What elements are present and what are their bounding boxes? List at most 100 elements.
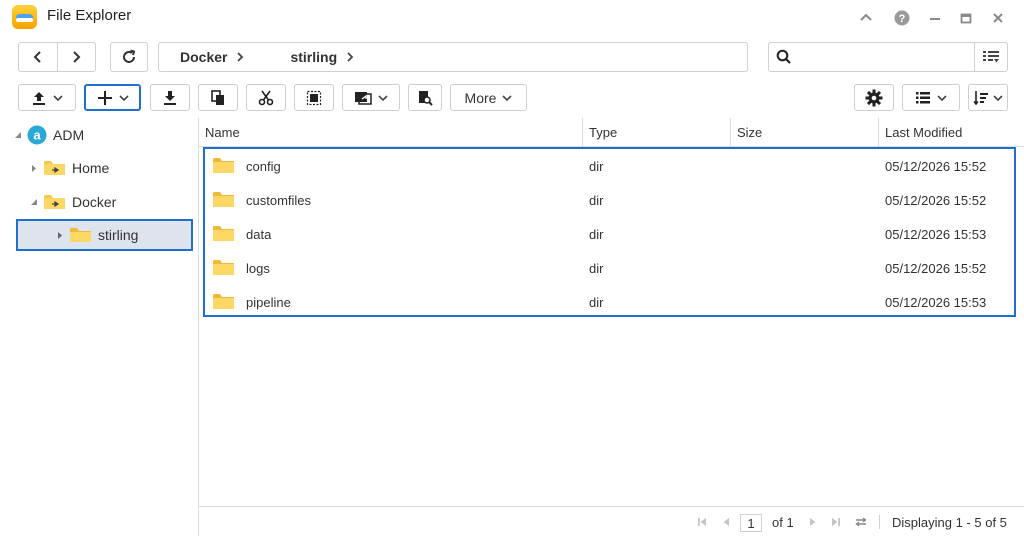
close-icon[interactable]: [988, 8, 1008, 28]
tree-item-label: Docker: [72, 194, 117, 210]
plus-icon: [97, 90, 112, 105]
tree-collapsed-arrow-icon[interactable]: [30, 163, 38, 173]
gear-icon: [865, 89, 883, 106]
tree-item-home[interactable]: Home: [30, 153, 109, 183]
displaying-count-label: Displaying 1 - 5 of 5: [892, 515, 1007, 530]
folder-icon: [70, 228, 91, 242]
sort-icon: [973, 90, 988, 105]
title-bar: File Explorer ?: [0, 0, 1024, 36]
file-explorer-app-icon: [12, 5, 37, 29]
search-options-button[interactable]: [974, 43, 1007, 71]
preview-button[interactable]: [408, 84, 442, 111]
chevron-right-icon: [73, 51, 81, 63]
tree-item-docker[interactable]: Docker: [30, 187, 116, 217]
settings-button[interactable]: [854, 84, 894, 111]
sort-button[interactable]: [968, 84, 1008, 111]
file-modified: 05/12/2026 15:52: [885, 192, 987, 208]
tree-item-adm[interactable]: a ADM: [14, 120, 84, 150]
shared-folder-icon: [44, 195, 65, 209]
table-row[interactable]: customfiles dir 05/12/2026 15:52: [205, 183, 1014, 217]
tree-expanded-arrow-icon[interactable]: [30, 197, 38, 207]
chevron-down-icon: [937, 94, 947, 101]
file-type: dir: [589, 192, 604, 208]
chevron-down-icon: [378, 94, 388, 101]
search-input[interactable]: [798, 43, 975, 71]
copy-icon: [211, 89, 224, 105]
tree-expanded-arrow-icon[interactable]: [14, 130, 22, 140]
tree-item-label: stirling: [98, 227, 139, 243]
folder-icon: [213, 226, 234, 241]
chevron-down-icon: [118, 94, 129, 101]
more-button-label: More: [464, 89, 497, 106]
copy-button[interactable]: [198, 84, 238, 111]
refresh-list-icon[interactable]: [854, 515, 868, 529]
list-view-icon: [916, 91, 930, 103]
breadcrumb-item-stirling[interactable]: stirling: [290, 49, 337, 65]
tree-collapsed-arrow-icon[interactable]: [56, 230, 64, 240]
breadcrumb: Docker stirling: [158, 42, 748, 72]
tree-item-label: ADM: [53, 127, 85, 143]
table-row[interactable]: config dir 05/12/2026 15:52: [205, 149, 1014, 183]
folder-icon: [213, 294, 234, 309]
folder-icon: [213, 158, 234, 173]
file-list-header: Name Type Size Last Modified: [199, 118, 1024, 147]
folder-icon: [213, 192, 234, 207]
collapse-chevron-up-icon[interactable]: [856, 8, 876, 28]
page-number-input[interactable]: 1: [740, 514, 762, 532]
file-type: dir: [589, 226, 604, 242]
refresh-button[interactable]: [110, 42, 148, 72]
select-all-button[interactable]: [294, 84, 334, 111]
window-title: File Explorer: [47, 7, 132, 24]
chevron-left-icon: [33, 51, 41, 63]
file-type: dir: [589, 260, 604, 276]
back-button[interactable]: [19, 43, 57, 71]
adm-nas-icon: a: [27, 125, 47, 145]
file-modified: 05/12/2026 15:53: [885, 294, 987, 310]
download-button[interactable]: [150, 84, 190, 111]
breadcrumb-item-docker[interactable]: Docker: [180, 49, 227, 65]
new-button[interactable]: [84, 84, 141, 111]
folder-icon: [213, 260, 234, 275]
refresh-icon: [123, 49, 136, 63]
column-header-name[interactable]: Name: [199, 118, 583, 147]
cut-button[interactable]: [246, 84, 286, 111]
share-button[interactable]: [342, 84, 400, 111]
next-page-icon[interactable]: [806, 515, 820, 529]
first-page-icon[interactable]: [695, 515, 709, 529]
file-name: pipeline: [246, 294, 291, 310]
previous-page-icon[interactable]: [719, 515, 733, 529]
minimize-icon[interactable]: [925, 8, 945, 28]
file-modified: 05/12/2026 15:52: [885, 260, 987, 276]
more-button[interactable]: More: [450, 84, 527, 111]
file-type: dir: [589, 158, 604, 174]
upload-button[interactable]: [18, 84, 76, 111]
table-row[interactable]: logs dir 05/12/2026 15:52: [205, 251, 1014, 285]
column-header-last-modified[interactable]: Last Modified: [879, 118, 1024, 147]
help-icon[interactable]: ?: [892, 8, 912, 28]
column-header-type[interactable]: Type: [583, 118, 731, 147]
table-row[interactable]: pipeline dir 05/12/2026 15:53: [205, 285, 1014, 319]
svg-text:a: a: [33, 128, 41, 143]
chevron-right-icon: [236, 51, 244, 63]
share-icon: [355, 91, 372, 105]
list-options-icon: [983, 51, 1000, 63]
tree-item-stirling[interactable]: stirling: [56, 220, 138, 250]
shared-folder-icon: [44, 161, 65, 175]
file-name: customfiles: [246, 192, 312, 208]
search-icon: [769, 43, 798, 71]
chevron-down-icon: [53, 94, 63, 101]
forward-button[interactable]: [57, 43, 95, 71]
file-modified: 05/12/2026 15:52: [885, 158, 987, 174]
file-type: dir: [589, 294, 604, 310]
upload-icon: [33, 91, 45, 105]
table-row[interactable]: data dir 05/12/2026 15:53: [205, 217, 1014, 251]
chevron-down-icon: [993, 94, 1003, 101]
last-page-icon[interactable]: [829, 515, 843, 529]
maximize-icon[interactable]: [956, 8, 976, 28]
column-header-size[interactable]: Size: [731, 118, 879, 147]
view-mode-button[interactable]: [902, 84, 960, 111]
history-nav: [18, 42, 96, 72]
scissors-icon: [258, 90, 274, 105]
file-name: config: [246, 158, 281, 174]
file-name: data: [246, 226, 272, 242]
